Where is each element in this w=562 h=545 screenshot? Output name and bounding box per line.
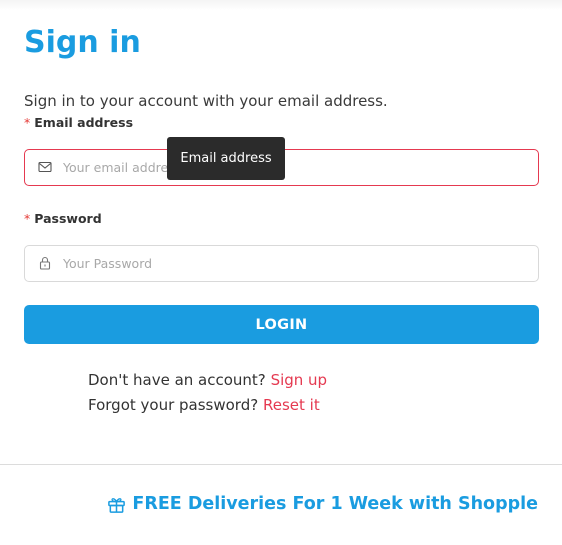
login-button[interactable]: LOGIN: [24, 305, 539, 344]
password-label: * Password: [24, 211, 102, 227]
lock-icon: [39, 256, 51, 270]
mail-icon: [38, 161, 52, 173]
email-label-text: Email address: [34, 115, 134, 130]
top-shadow-bar: [0, 0, 562, 10]
signup-row: Don't have an account? Sign up: [88, 368, 327, 393]
promo-banner[interactable]: FREE Deliveries For 1 Week with Shopple: [107, 494, 538, 514]
email-tooltip: Email address: [167, 137, 285, 180]
gift-icon: [108, 497, 126, 513]
required-mark: *: [24, 115, 31, 130]
reset-row: Forgot your password? Reset it: [88, 393, 327, 418]
auth-links: Don't have an account? Sign up Forgot yo…: [88, 368, 327, 418]
no-account-text: Don't have an account?: [88, 371, 266, 389]
password-label-text: Password: [34, 211, 102, 226]
required-mark: *: [24, 211, 31, 226]
reset-password-link[interactable]: Reset it: [263, 396, 320, 414]
signup-link[interactable]: Sign up: [271, 371, 328, 389]
password-field-wrapper[interactable]: [24, 245, 539, 282]
email-label: * Email address: [24, 115, 133, 131]
email-input[interactable]: [63, 150, 523, 184]
password-input[interactable]: [63, 246, 523, 280]
promo-text: FREE Deliveries For 1 Week with Shopple: [132, 494, 538, 514]
forgot-password-text: Forgot your password?: [88, 396, 259, 414]
promo-footer: FREE Deliveries For 1 Week with Shopple: [0, 464, 562, 545]
page-subtitle: Sign in to your account with your email …: [24, 92, 388, 110]
page-title: Sign in: [24, 25, 141, 60]
